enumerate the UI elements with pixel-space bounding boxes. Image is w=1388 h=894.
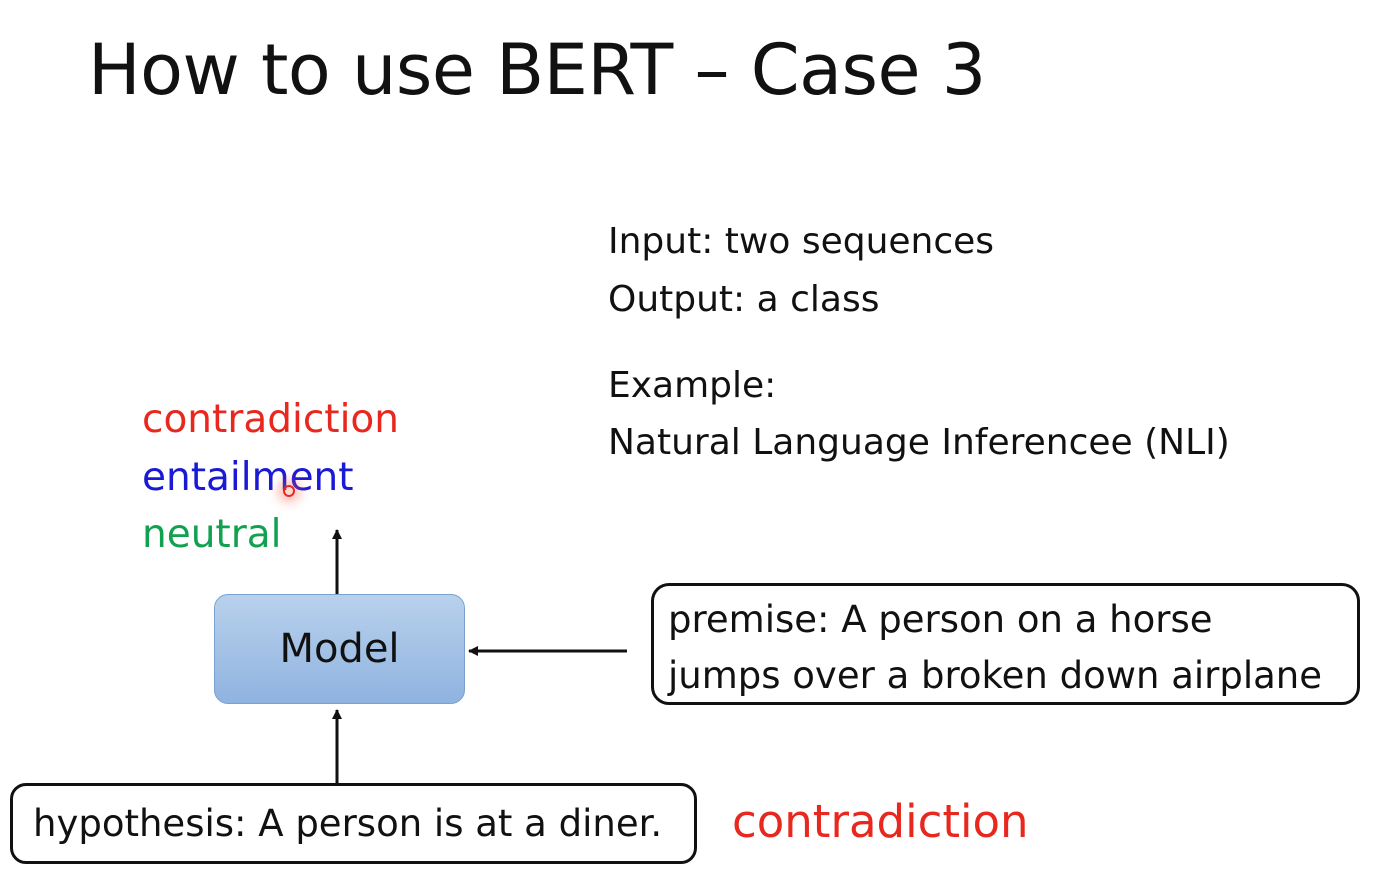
- premise-line-2: jumps over a broken down airplane: [668, 653, 1323, 697]
- premise-box: premise: A person on a horse jumps over …: [651, 583, 1360, 705]
- laser-pointer-icon: [283, 485, 295, 497]
- answer-label: contradiction: [732, 795, 1029, 848]
- premise-line-1: premise: A person on a horse: [668, 598, 1213, 641]
- hypothesis-text: hypothesis: A person is at a diner.: [33, 802, 663, 845]
- model-box: Model: [214, 594, 465, 704]
- arrows-layer: [332, 529, 627, 783]
- hypothesis-box: hypothesis: A person is at a diner.: [10, 783, 697, 864]
- model-label: Model: [279, 626, 400, 672]
